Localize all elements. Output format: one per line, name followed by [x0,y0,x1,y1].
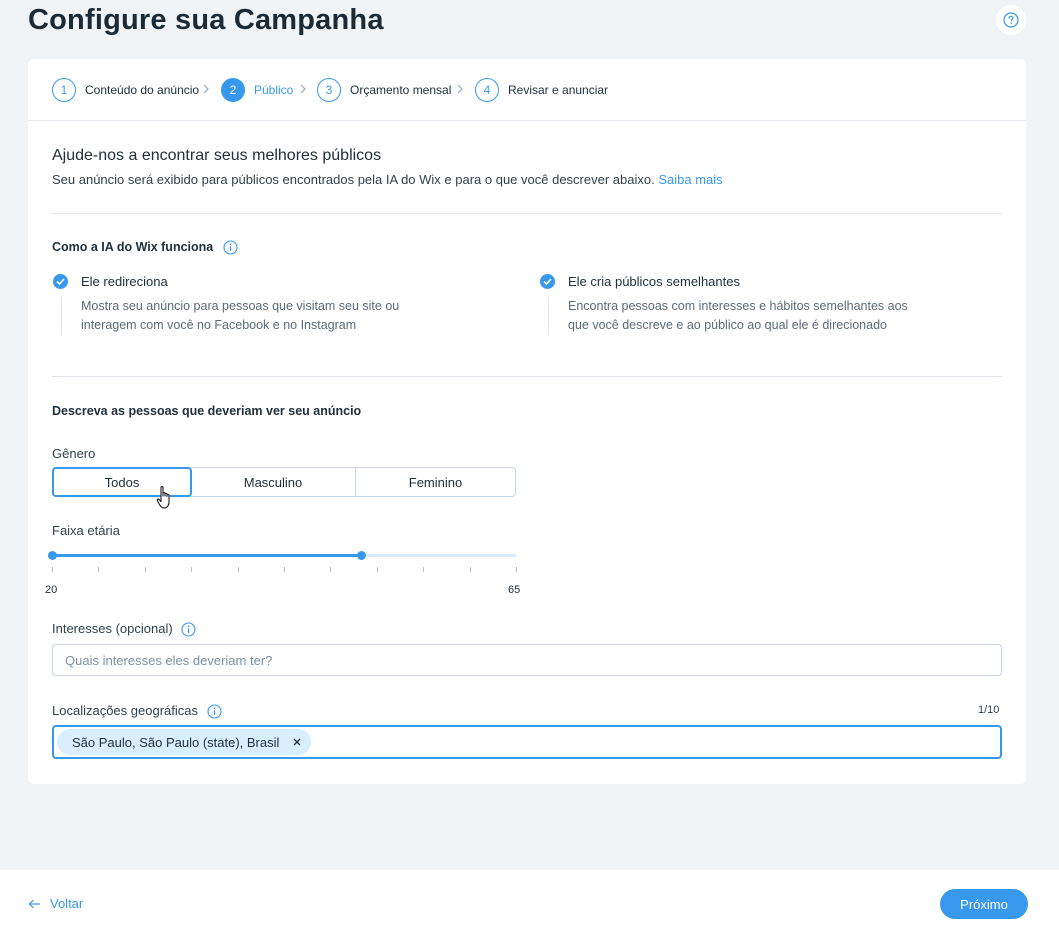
arrow-left-icon [28,899,40,908]
subtitle-text: Seu anúncio será exibido para públicos e… [52,172,655,187]
info-circle-icon[interactable] [223,240,238,255]
location-tag-label: São Paulo, São Paulo (state), Brasil [72,734,280,750]
age-max-label: 65 [508,584,521,596]
step-number: 1 [52,78,76,102]
stepper: 1 Conteúdo do anúncio 2 Público 3 Orçame… [28,59,1026,121]
step-publico[interactable]: 2 Público [221,78,293,102]
step-number: 2 [221,78,245,102]
step-number: 4 [475,78,499,102]
slider-tick [191,567,193,572]
step-orcamento[interactable]: 3 Orçamento mensal [317,78,451,102]
slider-max-handle[interactable] [356,551,366,560]
locations-label-text: Localizações geográficas [52,703,198,718]
check-circle-icon [53,274,68,289]
locations-counter: 1/10 [978,704,1000,716]
interests-input[interactable] [52,644,1002,676]
step-label: Conteúdo do anúncio [85,83,200,97]
campaign-card: 1 Conteúdo do anúncio 2 Público 3 Orçame… [28,59,1026,784]
ai-section-title: Como a IA do Wix funciona [52,240,238,255]
footer-bar: Voltar Próximo [0,870,1059,931]
slider-tick [98,567,100,572]
age-label: Faixa etária [52,523,120,538]
feature-description: Encontra pessoas com interesses e hábito… [548,297,918,335]
next-button[interactable]: Próximo [940,889,1028,919]
section-title: Ajude-nos a encontrar seus melhores públ… [52,147,382,164]
learn-more-link[interactable]: Saiba mais [658,172,722,187]
feature-retargeting: Ele redireciona Mostra seu anúncio para … [53,274,473,335]
feature-lookalike: Ele cria públicos semelhantes Encontra p… [540,274,940,335]
divider [52,376,1002,377]
chevron-right-icon [457,84,463,94]
info-circle-icon[interactable] [207,704,222,719]
age-range-slider[interactable] [47,547,520,572]
slider-tick [237,567,239,572]
x-icon[interactable] [293,738,301,746]
divider [52,213,1002,214]
interests-label: Interesses (opcional) [52,621,196,637]
interests-label-text: Interesses (opcional) [52,621,173,636]
slider-tick [144,567,146,572]
gender-option-todos[interactable]: Todos [52,467,192,497]
location-tag: São Paulo, São Paulo (state), Brasil [57,729,312,755]
step-conteudo[interactable]: 1 Conteúdo do anúncio [52,78,199,102]
slider-min-handle[interactable] [47,551,57,560]
step-label: Público [254,83,294,97]
section-subtitle: Seu anúncio será exibido para públicos e… [52,172,723,187]
page-title: Configure sua Campanha [28,4,384,36]
step-revisar[interactable]: 4 Revisar e anunciar [475,78,608,102]
gender-label: Gênero [52,446,96,461]
slider-tick [469,567,471,572]
help-button[interactable] [996,5,1026,35]
back-button[interactable]: Voltar [28,896,83,911]
back-button-label: Voltar [50,896,84,911]
audience-section-title: Descreva as pessoas que deveriam ver seu… [52,404,362,418]
feature-title: Ele cria públicos semelhantes [568,274,740,289]
step-label: Revisar e anunciar [508,83,609,97]
feature-description: Mostra seu anúncio para pessoas que visi… [61,297,451,335]
chevron-right-icon [300,84,306,94]
slider-tick [516,567,517,572]
locations-input[interactable]: São Paulo, São Paulo (state), Brasil [52,725,1002,759]
feature-title: Ele redireciona [81,274,168,289]
gender-selector: Todos Masculino Feminino [52,467,516,497]
check-circle-icon [540,274,555,289]
slider-tick [284,567,285,572]
step-label: Orçamento mensal [350,83,452,97]
slider-tick [423,567,425,572]
age-min-label: 20 [45,584,58,596]
slider-tick [52,567,53,572]
slider-tick [330,567,332,572]
locations-label: Localizações geográficas [52,703,222,719]
gender-option-masculino[interactable]: Masculino [191,468,356,496]
slider-fill [52,554,362,557]
question-circle-icon [1003,12,1019,28]
chevron-right-icon [203,84,209,94]
ai-section-title-text: Como a IA do Wix funciona [52,240,214,254]
step-number: 3 [317,78,341,102]
info-circle-icon[interactable] [181,622,196,637]
slider-tick [376,567,378,572]
gender-option-feminino[interactable]: Feminino [356,468,515,496]
